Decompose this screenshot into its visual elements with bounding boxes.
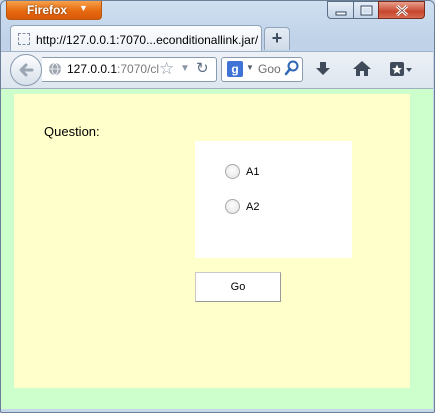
reload-icon[interactable]: ↻ [196, 59, 209, 77]
radio-a2[interactable] [225, 199, 240, 214]
address-host: 127.0.0.1 [67, 62, 118, 76]
close-button[interactable] [378, 1, 425, 19]
answer-options: A1 A2 [195, 141, 352, 258]
minimize-button[interactable] [327, 1, 354, 19]
address-path: :7070/cl [117, 62, 160, 76]
tab-title: http://127.0.0.1:7070...econditionallink… [36, 33, 258, 47]
radio-a1[interactable] [225, 164, 240, 179]
back-icon [19, 63, 34, 77]
go-button[interactable]: Go [195, 272, 281, 302]
download-icon[interactable] [314, 60, 332, 78]
search-engine-icon[interactable]: g [227, 61, 243, 77]
globe-icon [49, 62, 61, 76]
chevron-down-icon: ▼ [79, 3, 88, 13]
minimize-icon [335, 11, 347, 16]
search-input[interactable]: Goo [258, 62, 281, 76]
radio-a1-label: A1 [246, 166, 260, 178]
address-text[interactable]: 127.0.0.1:7070/cl [67, 62, 159, 76]
search-engine-dropdown-icon[interactable]: ▼ [246, 63, 254, 72]
close-icon [395, 4, 409, 17]
firefox-menu-label: Firefox [27, 3, 68, 17]
radio-a2-label: A2 [246, 201, 260, 213]
history-dropdown-icon[interactable]: ▼ [180, 63, 190, 74]
firefox-menu-button[interactable]: Firefox ▼ [6, 1, 102, 20]
bookmark-star-icon[interactable]: ☆ [159, 59, 174, 79]
bookmarks-menu-icon[interactable] [389, 60, 413, 78]
home-icon[interactable] [352, 59, 372, 77]
tab-current[interactable]: http://127.0.0.1:7070...econditionallink… [10, 25, 262, 52]
search-icon[interactable] [284, 60, 300, 76]
page-favicon-icon [18, 33, 30, 45]
new-tab-button[interactable]: + [264, 27, 290, 50]
maximize-icon [360, 5, 373, 16]
maximize-button[interactable] [353, 1, 379, 19]
back-button[interactable] [10, 54, 42, 86]
question-label: Question: [44, 124, 100, 139]
